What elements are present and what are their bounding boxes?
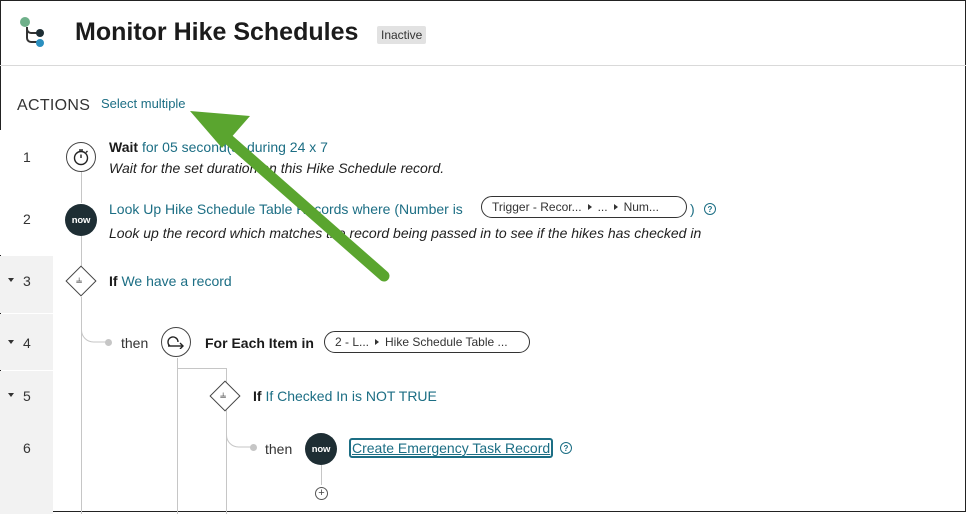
connector-line (177, 358, 178, 514)
actions-heading: ACTIONS (17, 97, 91, 114)
connector-line (321, 465, 322, 485)
help-icon[interactable]: ? (704, 203, 716, 215)
branch-icon: ⫨ (220, 389, 227, 401)
status-badge: Inactive (377, 26, 427, 44)
then-label: then (265, 441, 293, 457)
page-header: Monitor Hike Schedules Inactive (0, 0, 966, 66)
servicenow-icon: now (305, 433, 337, 465)
wait-keyword: Wait (109, 139, 139, 155)
wait-detail[interactable]: for 05 second(s) during 24 x 7 (142, 139, 328, 155)
connector-line (177, 368, 227, 369)
add-step-plus-icon[interactable]: + (315, 487, 328, 500)
servicenow-icon: now (65, 204, 97, 236)
lookup-step-link[interactable]: Look Up Hike Schedule Table Records wher… (109, 201, 463, 217)
if-condition[interactable]: If Checked In is NOT TRUE (265, 388, 436, 404)
if-step-2[interactable]: If If Checked In is NOT TRUE (253, 388, 437, 404)
lookup-close-paren: ) (690, 201, 695, 217)
window-frame (0, 0, 966, 512)
if-keyword: If (253, 388, 262, 404)
help-icon[interactable]: ? (560, 442, 572, 454)
foreach-label[interactable]: For Each Item in (205, 335, 314, 351)
if-keyword: If (109, 273, 118, 289)
wait-description: Wait for the set duration on this Hike S… (109, 160, 445, 176)
connector-line (81, 172, 82, 203)
then-label: then (121, 335, 149, 351)
connector-dot (250, 444, 257, 451)
connector-line (226, 368, 227, 382)
collapse-caret-icon[interactable] (8, 340, 14, 344)
collapse-caret-icon[interactable] (8, 393, 14, 397)
timer-icon (66, 142, 96, 172)
connector-line (81, 236, 82, 266)
loop-icon (161, 327, 191, 357)
lookup-description: Look up the record which matches the rec… (109, 225, 702, 241)
data-pill-trigger[interactable]: Trigger - Recor...... Num... (481, 196, 687, 218)
data-pill-records[interactable]: 2 - L... Hike Schedule Table ... (324, 331, 530, 353)
branch-icon: ⫨ (76, 274, 83, 286)
if-step-1[interactable]: If We have a record (109, 273, 232, 289)
select-multiple-link[interactable]: Select multiple (101, 96, 186, 111)
chevron-right-icon (613, 204, 618, 210)
flow-designer-icon (20, 17, 44, 47)
if-condition[interactable]: We have a record (121, 273, 231, 289)
wait-step[interactable]: Wait for 05 second(s) during 24 x 7 (109, 139, 328, 155)
chevron-right-icon (375, 339, 380, 345)
chevron-right-icon (587, 204, 592, 210)
create-emergency-task-link[interactable]: Create Emergency Task Record (349, 438, 554, 458)
collapse-caret-icon[interactable] (8, 278, 14, 282)
page-title: Monitor Hike Schedules (75, 18, 359, 46)
connector-dot (105, 339, 112, 346)
